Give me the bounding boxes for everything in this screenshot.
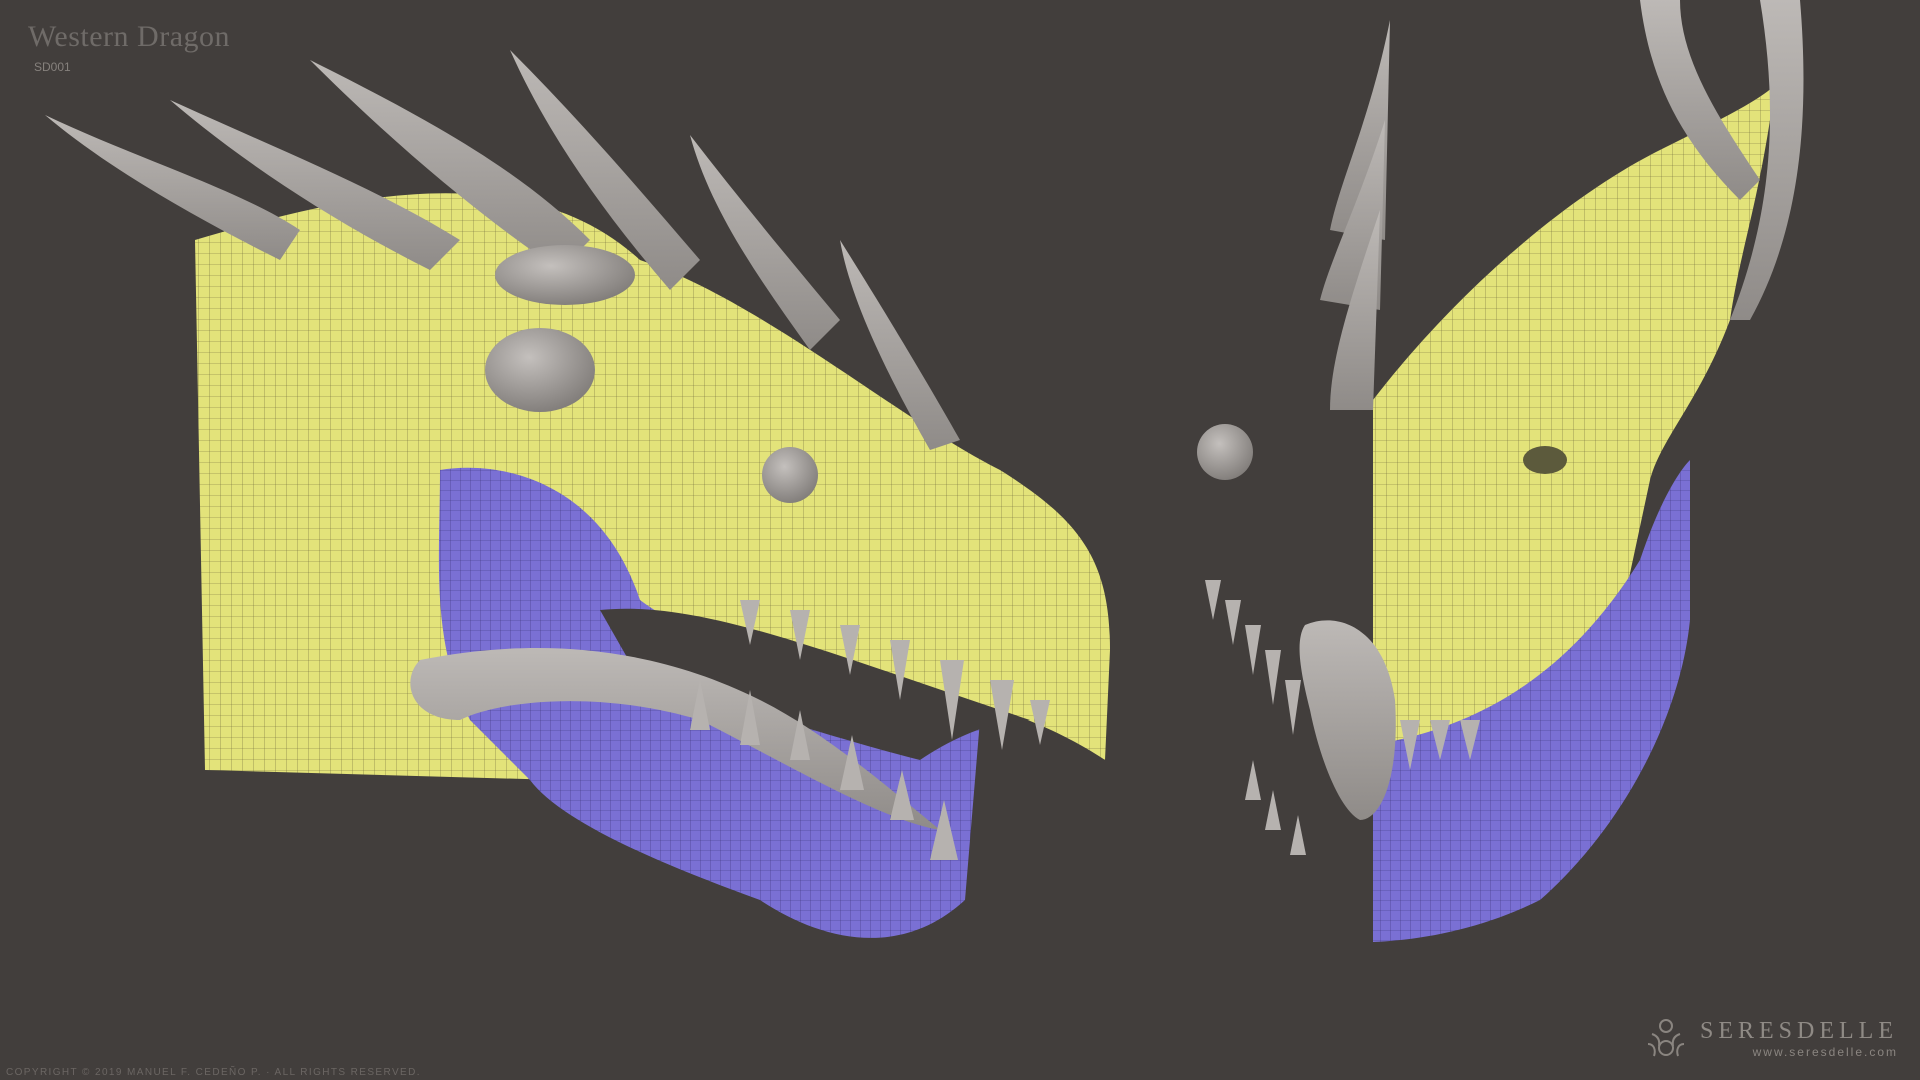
dragon-front-view	[1197, 0, 1804, 942]
seresdelle-logo-icon	[1647, 1019, 1685, 1057]
dragon-side-view	[45, 50, 1110, 938]
brand-url: www.seresdelle.com	[1752, 1044, 1898, 1059]
brand-mark: SERESDELLE www.seresdelle.com	[1642, 1014, 1898, 1062]
brand-name: SERESDELLE	[1700, 1017, 1898, 1044]
dragon-render	[45, 0, 1804, 942]
copyright-notice: COPYRIGHT © 2019 MANUEL F. CEDEÑO P. · A…	[6, 1067, 421, 1078]
